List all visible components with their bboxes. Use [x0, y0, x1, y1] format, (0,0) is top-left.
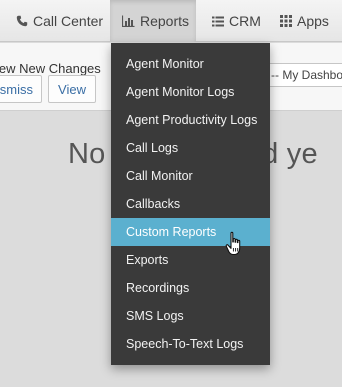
menu-item-call-monitor[interactable]: Call Monitor	[111, 162, 270, 190]
bar-chart-icon	[122, 15, 135, 27]
dashboard-select[interactable]: -- My Dashbo	[264, 63, 342, 87]
hand-cursor-icon	[225, 231, 247, 257]
nav-apps[interactable]: Apps	[272, 0, 342, 42]
menu-item-agent-monitor[interactable]: Agent Monitor	[111, 50, 270, 78]
nav-label: CRM	[229, 13, 261, 29]
list-icon	[212, 16, 224, 27]
top-nav-bar: Call Center Reports CRM Apps	[0, 0, 342, 42]
nav-reports[interactable]: Reports	[110, 0, 196, 42]
menu-item-sms-logs[interactable]: SMS Logs	[111, 302, 270, 330]
menu-item-callbacks[interactable]: Callbacks	[111, 190, 270, 218]
menu-item-agent-productivity-logs[interactable]: Agent Productivity Logs	[111, 106, 270, 134]
nav-crm[interactable]: CRM	[204, 0, 264, 42]
phone-icon	[16, 15, 28, 27]
nav-label: Reports	[140, 13, 190, 29]
view-button[interactable]: View	[48, 75, 96, 103]
menu-item-agent-monitor-logs[interactable]: Agent Monitor Logs	[111, 78, 270, 106]
new-changes-text: iew New Changes	[0, 61, 101, 76]
menu-item-speech-to-text-logs[interactable]: Speech-To-Text Logs	[111, 330, 270, 358]
grid-icon	[280, 15, 292, 27]
reports-dropdown-menu: Agent Monitor Agent Monitor Logs Agent P…	[111, 43, 270, 365]
menu-item-recordings[interactable]: Recordings	[111, 274, 270, 302]
menu-item-call-logs[interactable]: Call Logs	[111, 134, 270, 162]
nav-label: Apps	[297, 13, 329, 29]
dismiss-button[interactable]: ismiss	[0, 75, 42, 103]
nav-call-center[interactable]: Call Center	[16, 0, 104, 42]
nav-label: Call Center	[33, 13, 104, 29]
